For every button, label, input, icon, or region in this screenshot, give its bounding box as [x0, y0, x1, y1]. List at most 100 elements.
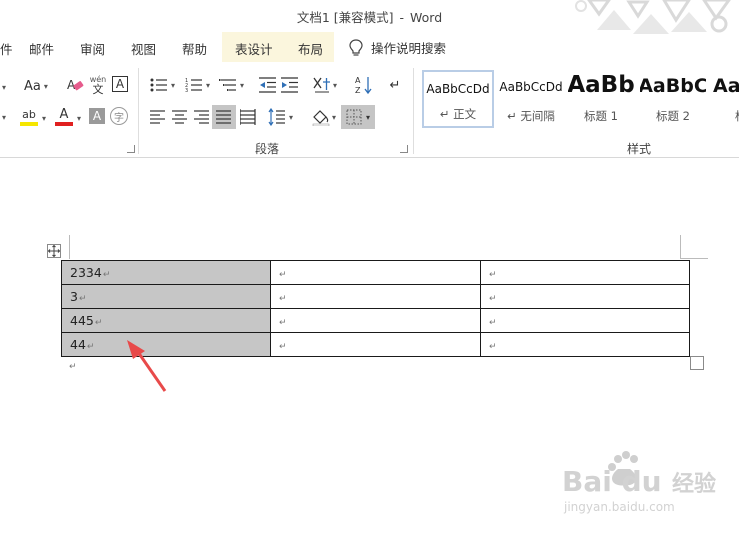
multilevel-list-icon[interactable] — [219, 77, 237, 93]
tab-view[interactable]: 视图 — [131, 39, 156, 58]
highlight-color-button[interactable]: ab — [18, 106, 40, 128]
character-shading-icon[interactable]: A — [89, 108, 105, 124]
table-cell[interactable]: ↵ — [480, 260, 690, 285]
table-cell[interactable]: ↵ — [270, 332, 481, 357]
bullets-dropdown-caret[interactable]: ▾ — [171, 81, 175, 90]
table-cell[interactable]: 445↵ — [61, 308, 271, 333]
highlight-color-swatch — [20, 121, 38, 126]
cell-end-mark: ↵ — [279, 342, 287, 352]
tab-help[interactable]: 帮助 — [182, 39, 207, 58]
enclose-characters-icon[interactable]: 字 — [110, 107, 128, 125]
tab-mailings[interactable]: 邮件 — [29, 39, 54, 58]
chinese-layout-dropdown-caret[interactable]: ▾ — [333, 81, 337, 90]
paragraph-mark: ↵ — [69, 362, 77, 372]
tell-me-label: 操作说明搜索 — [371, 41, 447, 56]
distributed-icon[interactable] — [240, 109, 256, 125]
style-title-partial[interactable]: Aa 标 — [713, 70, 739, 128]
style-heading-1[interactable]: AaBb 标题 1 — [568, 70, 634, 128]
sort-icon[interactable]: A Z — [355, 75, 373, 95]
justify-button[interactable] — [212, 105, 236, 129]
table-cell[interactable]: ↵ — [270, 260, 481, 285]
table-row: 445↵ ↵ ↵ — [61, 308, 690, 333]
document-page[interactable]: 2334↵ ↵ ↵ 3↵ ↵ ↵ 445↵ ↵ ↵ 44↵ ↵ ↵ ↵ Bai du 经验 jingy… — [0, 159, 739, 533]
style-sample: AaBbCcDd — [426, 82, 490, 96]
bullets-icon[interactable] — [150, 77, 168, 93]
multilevel-dropdown-caret[interactable]: ▾ — [240, 81, 244, 90]
data-table: 2334↵ ↵ ↵ 3↵ ↵ ↵ 445↵ ↵ ↵ 44↵ ↵ ↵ — [61, 260, 690, 357]
font-color-dropdown-caret[interactable]: ▾ — [77, 114, 81, 123]
document-name: 文档1 [兼容模式] — [296, 10, 394, 25]
style-no-spacing[interactable]: AaBbCcDd ↵ 无间隔 — [495, 70, 567, 128]
font-dialog-launcher-icon[interactable] — [127, 145, 135, 153]
align-right-icon[interactable] — [194, 110, 210, 124]
justify-icon — [216, 110, 231, 124]
cell-end-mark: ↵ — [489, 294, 497, 304]
table-cell[interactable]: ↵ — [480, 332, 690, 357]
tell-me-search[interactable]: 操作说明搜索 — [349, 38, 446, 57]
svg-text:Z: Z — [355, 86, 361, 95]
change-case-button[interactable]: Aa ▾ — [24, 77, 48, 95]
cell-text: 3 — [70, 289, 78, 304]
baidu-jingyan-watermark: Bai du 经验 jingyan.baidu.com — [562, 451, 716, 514]
shading-icon[interactable] — [311, 108, 331, 126]
cell-end-mark: ↵ — [489, 270, 497, 280]
cell-end-mark: ↵ — [489, 342, 497, 352]
style-sample: AaBb — [568, 72, 634, 98]
table-cell[interactable]: 3↵ — [61, 284, 271, 309]
font-size-dropdown-edge[interactable]: ▾ — [0, 80, 8, 94]
numbering-dropdown-caret[interactable]: ▾ — [206, 81, 210, 90]
table-row: 3↵ ↵ ↵ — [61, 284, 690, 309]
lightbulb-icon — [349, 38, 363, 56]
decrease-indent-icon[interactable] — [259, 77, 277, 93]
tab-layout[interactable]: 布局 — [298, 39, 323, 58]
text-effects-edge[interactable]: ▾ — [0, 110, 8, 124]
ribbon-tab-bar: 件 邮件 审阅 视图 帮助 表设计 布局 操作说明搜索 — [0, 32, 739, 62]
group-divider — [413, 68, 414, 154]
line-spacing-dropdown-caret[interactable]: ▾ — [289, 113, 293, 122]
shading-dropdown-caret[interactable]: ▾ — [332, 113, 336, 122]
table-cell[interactable]: ↵ — [270, 308, 481, 333]
title-separator: - — [399, 10, 405, 25]
style-normal[interactable]: AaBbCcDd ↵ 正文 — [422, 70, 494, 128]
table-cell[interactable]: ↵ — [270, 284, 481, 309]
table-cell[interactable]: ↵ — [480, 284, 690, 309]
font-color-button[interactable]: A — [54, 106, 74, 128]
svg-text:A: A — [355, 76, 361, 85]
align-center-icon[interactable] — [172, 110, 188, 124]
highlight-dropdown-caret[interactable]: ▾ — [42, 114, 46, 123]
tab-file[interactable]: 件 — [0, 39, 13, 58]
show-formatting-marks-icon[interactable]: ↵ — [388, 77, 402, 93]
style-sample: Aa — [713, 75, 739, 97]
numbering-icon[interactable]: 123 — [185, 77, 203, 93]
style-name: ↵ 正文 — [439, 107, 477, 121]
chinese-layout-icon[interactable] — [312, 76, 332, 94]
table-cell[interactable]: 2334↵ — [61, 260, 271, 285]
watermark-product: 经验 — [672, 471, 716, 497]
table-move-handle[interactable] — [47, 244, 61, 258]
phonetic-guide-bottom: 文 — [92, 82, 104, 96]
borders-button[interactable]: ▾ — [341, 105, 375, 129]
style-heading-2[interactable]: AaBbC 标题 2 — [640, 70, 706, 128]
table-resize-handle[interactable] — [690, 356, 704, 370]
styles-group-label: 样式 — [627, 142, 652, 156]
style-name: ↵ 无间隔 — [507, 109, 555, 123]
align-left-icon[interactable] — [150, 110, 166, 124]
paragraph-dialog-launcher-icon[interactable] — [400, 145, 408, 153]
increase-indent-icon[interactable] — [281, 77, 299, 93]
phonetic-guide-icon[interactable]: wén 文 — [89, 74, 107, 96]
cell-end-mark: ↵ — [489, 318, 497, 328]
title-bar: 文档1 [兼容模式] - Word — [0, 0, 739, 34]
watermark-url: jingyan.baidu.com — [563, 500, 675, 514]
app-name: Word — [410, 10, 443, 25]
tab-table-design[interactable]: 表设计 — [235, 39, 273, 58]
clear-formatting-icon[interactable]: A — [66, 76, 84, 94]
table-cell[interactable]: ↵ — [480, 308, 690, 333]
character-border-icon[interactable]: A — [112, 76, 128, 92]
highlight-glyph: ab — [22, 107, 36, 121]
line-spacing-icon[interactable] — [268, 108, 286, 126]
character-border-glyph: A — [115, 77, 125, 91]
cell-end-mark: ↵ — [279, 318, 287, 328]
tab-review[interactable]: 审阅 — [80, 39, 105, 58]
cell-end-mark: ↵ — [94, 318, 103, 328]
table-cell[interactable]: 44↵ — [61, 332, 271, 357]
